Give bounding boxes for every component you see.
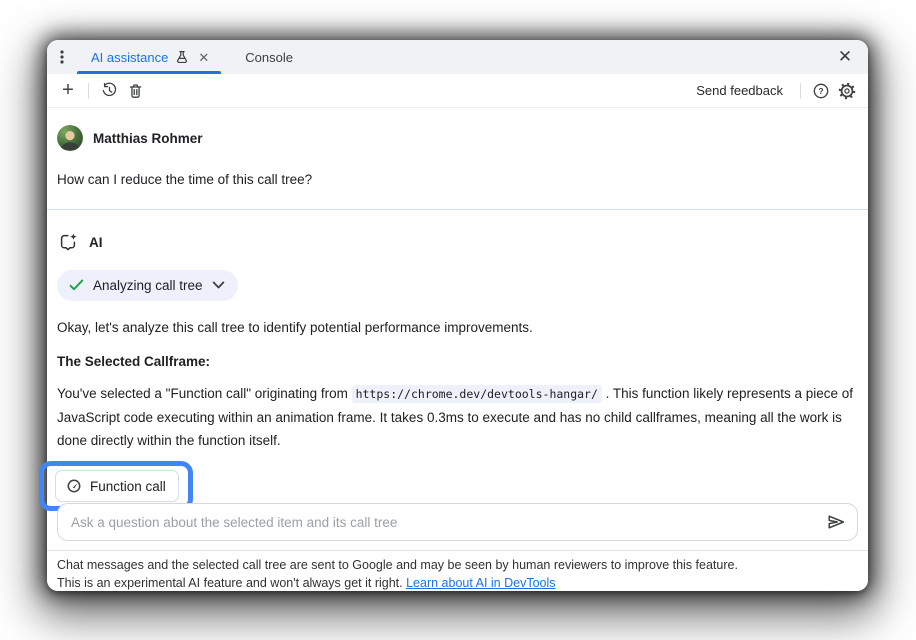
disclaimer-footer: Chat messages and the selected call tree… [47,550,868,591]
ai-spark-icon [57,231,79,253]
panel-close-button[interactable]: ✕ [830,40,860,74]
chat-input[interactable] [57,503,858,541]
avatar [57,125,83,151]
user-message-header: Matthias Rohmer [57,125,858,151]
chevron-down-icon [212,281,225,290]
devtools-ai-assistance-panel: AI assistance ✕ Console ✕ + [47,40,868,591]
help-button[interactable]: ? [808,78,834,104]
user-question: How can I reduce the time of this call t… [57,172,858,187]
active-tab-underline [77,71,221,74]
send-icon [826,512,846,532]
history-button[interactable] [96,78,122,104]
tab-close-button[interactable]: ✕ [198,51,209,64]
send-button[interactable] [825,511,847,533]
tab-ai-assistance-label: AI assistance [91,50,168,65]
history-icon [101,82,118,99]
analysis-status-chip[interactable]: Analyzing call tree [57,270,238,301]
chat-conversation: Matthias Rohmer How can I reduce the tim… [47,108,868,499]
settings-button[interactable] [834,78,860,104]
new-chat-button[interactable]: + [55,78,81,104]
ai-assistance-toolbar: + Send feedback ? [47,74,868,108]
toolbar-divider-right [800,83,801,99]
overflow-menu-icon [55,49,69,65]
check-icon [69,279,84,292]
experiment-flask-icon [175,50,189,64]
tab-ai-assistance[interactable]: AI assistance ✕ [77,40,221,74]
overflow-menu-button[interactable] [47,40,77,74]
ai-name: AI [89,235,103,250]
help-icon: ? [812,82,830,100]
message-divider [47,209,868,210]
send-feedback-button[interactable]: Send feedback [696,83,783,98]
svg-text:?: ? [818,86,823,96]
learn-about-ai-link[interactable]: Learn about AI in DevTools [406,576,555,590]
delete-chat-button[interactable] [122,78,148,104]
tab-bar: AI assistance ✕ Console ✕ [47,40,868,74]
body-text-before-code: You've selected a "Function call" origin… [57,386,352,401]
function-call-chip[interactable]: Function call [55,470,179,502]
status-chip-label: Analyzing call tree [93,278,203,293]
delete-icon [128,83,143,99]
toolbar-divider [88,83,89,99]
disclaimer-line1: Chat messages and the selected call tree… [57,556,858,574]
settings-icon [838,82,856,100]
chat-input-row [57,503,858,541]
tab-console[interactable]: Console [233,40,305,74]
disclaimer-line2: This is an experimental AI feature and w… [57,574,858,592]
ai-message-header: AI [57,231,858,253]
ai-section-heading: The Selected Callframe: [57,354,858,369]
user-name: Matthias Rohmer [93,131,203,146]
performance-gauge-icon [66,478,82,494]
ai-intro-paragraph: Okay, let's analyze this call tree to id… [57,320,858,335]
function-call-chip-label: Function call [90,479,166,494]
inline-code-url: https://chrome.dev/devtools-hangar/ [352,385,602,403]
ai-body-paragraph: You've selected a "Function call" origin… [57,382,858,452]
tab-console-label: Console [245,50,293,65]
